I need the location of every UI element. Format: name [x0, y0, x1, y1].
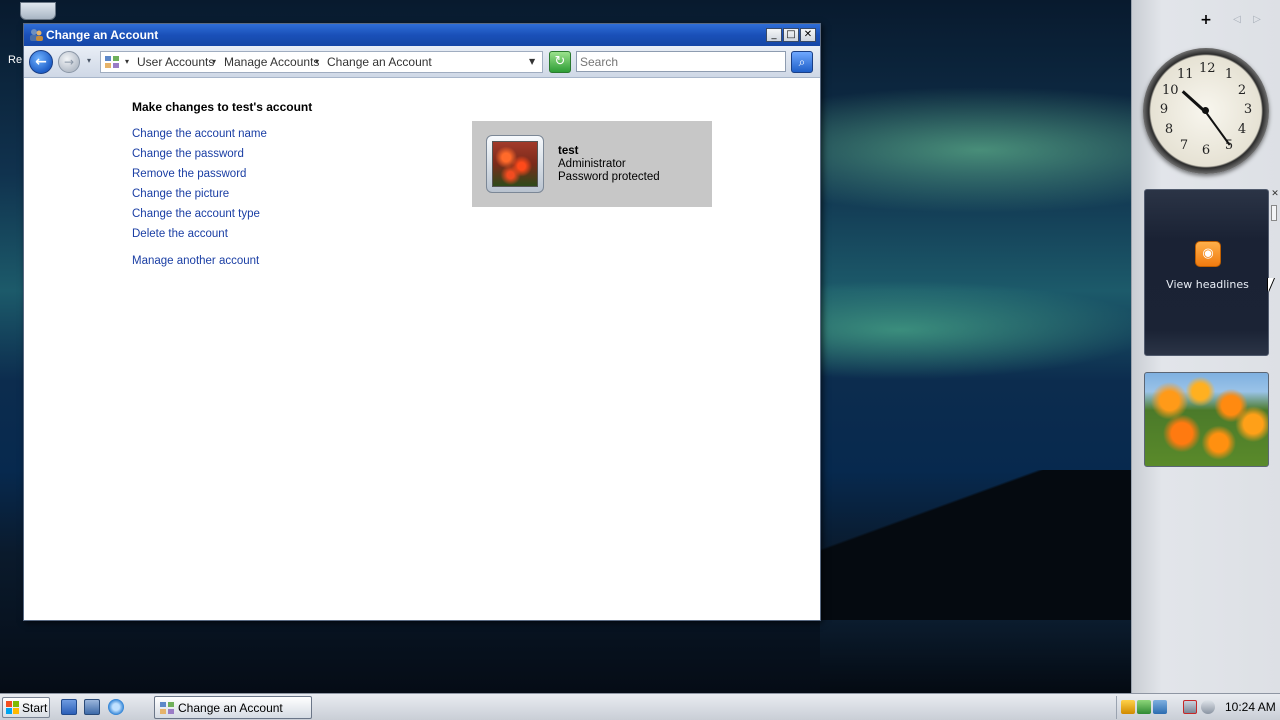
- window-titlebar[interactable]: Change an Account _ □ ✕: [24, 24, 820, 46]
- change-account-window: Change an Account _ □ ✕ ← → ▾ ▾ User Acc…: [23, 23, 821, 621]
- search-input[interactable]: [576, 51, 786, 72]
- clock-number: 10: [1162, 83, 1179, 98]
- control-panel-icon: [105, 56, 119, 68]
- update-icon[interactable]: [1137, 700, 1151, 714]
- account-picture: [486, 135, 544, 193]
- change-account-type-link[interactable]: Change the account type: [132, 208, 260, 220]
- view-headlines-label[interactable]: View headlines: [1145, 278, 1270, 291]
- mountain-silhouette: [820, 470, 1131, 620]
- account-type: Administrator: [558, 158, 626, 170]
- search-button[interactable]: ⌕: [791, 51, 813, 73]
- lake-reflection: [820, 620, 1131, 693]
- window-title: Change an Account: [46, 28, 159, 42]
- start-button[interactable]: Start: [2, 697, 50, 718]
- breadcrumb-change-account[interactable]: Change an Account: [327, 55, 432, 69]
- clock-number: 6: [1201, 143, 1211, 158]
- account-name: test: [558, 145, 579, 157]
- clock-number: 11: [1177, 67, 1194, 82]
- windows-sidebar: + ◁ ▷ 12 1 2 3 4 5 6 7 8 9 10 11 ◉ View …: [1131, 0, 1280, 693]
- close-button[interactable]: ✕: [800, 28, 816, 42]
- chevron-down-icon[interactable]: ▾: [125, 56, 129, 68]
- change-account-name-link[interactable]: Change the account name: [132, 128, 267, 140]
- gadget-close-icon[interactable]: ✕: [1270, 189, 1280, 199]
- navigation-toolbar: ← → ▾ ▾ User Accounts ▾ Manage Accounts …: [24, 46, 820, 78]
- taskbar-button-label: Change an Account: [178, 701, 283, 715]
- address-dropdown-icon[interactable]: ▼: [529, 56, 535, 68]
- windows-logo-icon: [6, 701, 19, 714]
- clock-number: 3: [1243, 102, 1253, 117]
- previous-page-icon[interactable]: ◁: [1231, 12, 1243, 28]
- forward-button[interactable]: →: [58, 51, 80, 73]
- remove-password-link[interactable]: Remove the password: [132, 168, 246, 180]
- minimize-button[interactable]: _: [766, 28, 782, 42]
- network-disconnected-icon[interactable]: [1183, 700, 1197, 714]
- gadget-drag-handle[interactable]: [1271, 205, 1277, 221]
- recycle-bin-label[interactable]: Re: [8, 54, 22, 66]
- show-desktop-icon[interactable]: [61, 699, 77, 715]
- security-shield-icon[interactable]: [1121, 700, 1135, 714]
- account-password-status: Password protected: [558, 171, 660, 183]
- user-accounts-icon: [160, 702, 174, 714]
- recent-pages-dropdown[interactable]: ▾: [84, 56, 94, 66]
- clock-number: 4: [1237, 122, 1247, 137]
- clock-number: 7: [1179, 138, 1189, 153]
- start-label: Start: [22, 701, 48, 715]
- content-pane: Make changes to test's account Change th…: [24, 79, 820, 620]
- minute-hand: [1204, 110, 1231, 146]
- mouse-cursor: [1268, 278, 1274, 292]
- clock-center: [1202, 107, 1209, 114]
- clock-number: 1: [1224, 67, 1234, 82]
- change-picture-link[interactable]: Change the picture: [132, 188, 229, 200]
- volume-muted-icon[interactable]: [1201, 700, 1215, 714]
- user-accounts-icon: [30, 29, 43, 41]
- rss-icon: ◉: [1195, 241, 1221, 267]
- clock-number: 5: [1224, 138, 1234, 153]
- internet-explorer-icon[interactable]: [108, 699, 124, 715]
- chevron-down-icon[interactable]: ▾: [212, 56, 216, 68]
- delete-account-link[interactable]: Delete the account: [132, 228, 228, 240]
- slideshow-gadget[interactable]: [1144, 372, 1269, 467]
- clock-number: 2: [1237, 83, 1247, 98]
- taskbar: Start Change an Account 10:24 AM: [0, 693, 1280, 720]
- clock-number: 8: [1164, 122, 1174, 137]
- maximize-button[interactable]: □: [783, 28, 799, 42]
- manage-another-account-link[interactable]: Manage another account: [132, 255, 259, 267]
- next-page-icon[interactable]: ▷: [1251, 12, 1263, 28]
- address-bar[interactable]: ▾ User Accounts ▾ Manage Accounts ▾ Chan…: [100, 51, 543, 73]
- breadcrumb-manage-accounts[interactable]: Manage Accounts: [224, 55, 319, 69]
- taskbar-button-change-account[interactable]: Change an Account: [154, 696, 312, 719]
- clock-gadget[interactable]: 12 1 2 3 4 5 6 7 8 9 10 11: [1143, 48, 1269, 174]
- chevron-down-icon[interactable]: ▾: [315, 56, 319, 68]
- network-icon[interactable]: [1153, 700, 1167, 714]
- account-card: test Administrator Password protected: [472, 121, 712, 207]
- taskbar-clock[interactable]: 10:24 AM: [1225, 700, 1276, 714]
- refresh-button[interactable]: ↻: [549, 51, 571, 73]
- breadcrumb-user-accounts[interactable]: User Accounts: [137, 55, 214, 69]
- switch-windows-icon[interactable]: [84, 699, 100, 715]
- feed-headlines-gadget[interactable]: ◉ View headlines: [1144, 189, 1269, 356]
- add-gadget-button[interactable]: +: [1199, 12, 1213, 28]
- back-button[interactable]: ←: [29, 50, 53, 74]
- flower-picture-icon: [492, 141, 538, 187]
- page-heading: Make changes to test's account: [132, 100, 313, 114]
- change-password-link[interactable]: Change the password: [132, 148, 244, 160]
- clock-number: 9: [1159, 102, 1169, 117]
- recycle-bin-icon[interactable]: [20, 2, 56, 20]
- clock-number: 12: [1199, 61, 1216, 76]
- notification-area: 10:24 AM: [1116, 696, 1278, 719]
